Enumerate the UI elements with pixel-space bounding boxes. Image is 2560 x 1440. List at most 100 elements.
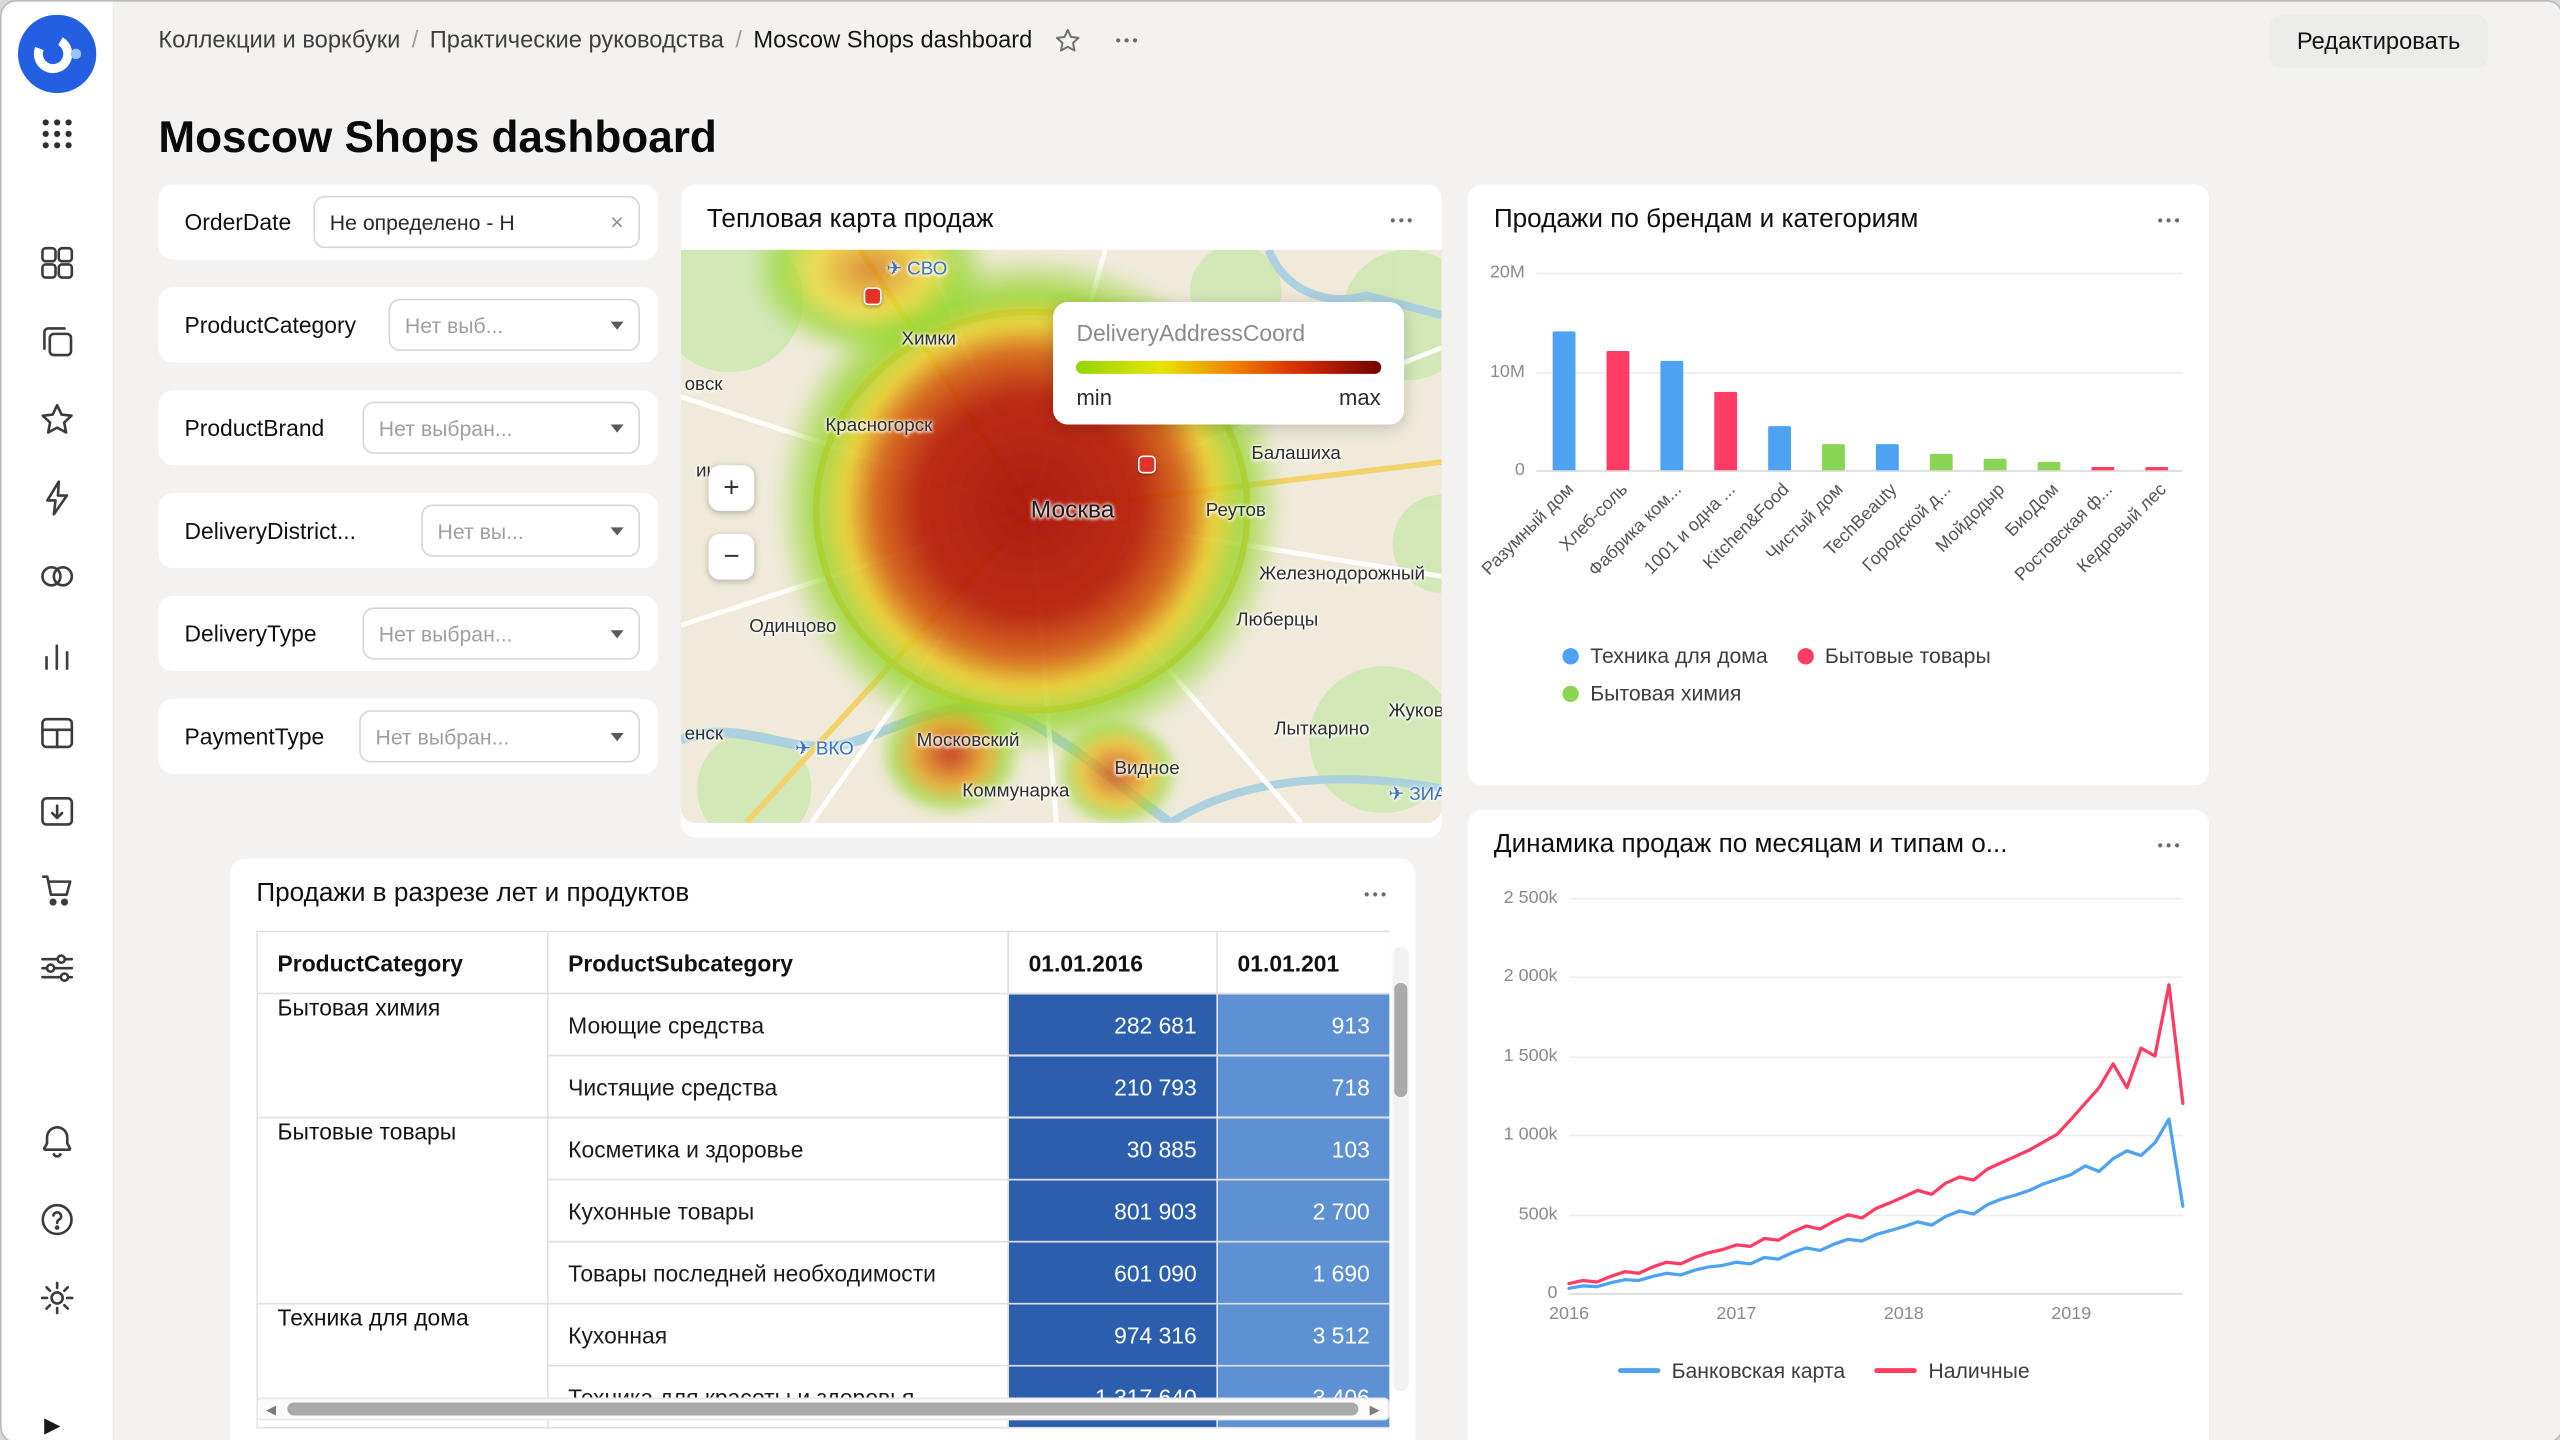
map-label: ✈ ЗИА bbox=[1388, 783, 1441, 806]
heatmap-map[interactable]: ✈ СВОХимкиовскКрасногорскиноМоскваБалаши… bbox=[681, 250, 1442, 823]
y-axis-tick: 1 000k bbox=[1504, 1125, 1558, 1145]
line-chart-title: Динамика продаж по месяцам и типам о... bbox=[1494, 831, 2008, 860]
line-chart-menu-icon[interactable]: ••• bbox=[2158, 838, 2183, 854]
nav-charts[interactable] bbox=[24, 622, 89, 687]
map-label: Жуковс bbox=[1388, 702, 1441, 722]
v-scroll-thumb[interactable] bbox=[1394, 983, 1407, 1097]
x-axis-tick: 2018 bbox=[1884, 1304, 1924, 1324]
nav-connections[interactable] bbox=[24, 465, 89, 530]
scroll-left-icon[interactable]: ◀ bbox=[258, 1402, 284, 1417]
heatmap-menu-icon[interactable]: ••• bbox=[1390, 212, 1415, 228]
legend-field-name: DeliveryAddressCoord bbox=[1076, 319, 1380, 345]
map-label: Московский bbox=[917, 731, 1020, 751]
nav-widgets[interactable] bbox=[24, 230, 89, 295]
value-cell-2017: 718 bbox=[1217, 1056, 1389, 1118]
sidebar: ▶ bbox=[2, 2, 115, 1440]
map-label: Химки bbox=[901, 330, 956, 350]
legend-line-sample bbox=[1618, 1368, 1660, 1373]
table-row: Техника для домаКухонная974 3163 512 bbox=[257, 1304, 1389, 1366]
table-wrap: ProductCategoryProductSubcategory01.01.2… bbox=[256, 931, 1389, 1429]
cart-icon bbox=[38, 870, 77, 909]
bar-БиоДом[interactable] bbox=[2037, 461, 2060, 470]
legend-dot bbox=[1797, 648, 1813, 664]
breadcrumb-guides[interactable]: Практические руководства bbox=[430, 28, 724, 54]
nav-services[interactable] bbox=[24, 936, 89, 1001]
value-cell-2017: 103 bbox=[1217, 1118, 1389, 1180]
filter-label: PaymentType bbox=[184, 723, 324, 749]
legend-gradient-bar bbox=[1076, 360, 1380, 373]
bar-Городской д...[interactable] bbox=[1929, 454, 1952, 470]
map-label: Видное bbox=[1114, 760, 1179, 780]
bar-Kitchen&Food[interactable] bbox=[1767, 426, 1790, 470]
sales-table-card: Продажи в разрезе лет и продуктов ••• Pr… bbox=[230, 859, 1415, 1440]
nav-help[interactable] bbox=[24, 1187, 89, 1252]
filter-select[interactable]: Нет выбран... bbox=[362, 402, 640, 454]
zoom-in-button[interactable]: + bbox=[709, 465, 755, 511]
map-label: Люберцы bbox=[1236, 611, 1318, 631]
category-cell: Бытовые товары bbox=[257, 1118, 548, 1304]
table-vertical-scrollbar[interactable] bbox=[1393, 947, 1409, 1391]
breadcrumb-collections[interactable]: Коллекции и воркбуки bbox=[158, 28, 400, 54]
subcategory-cell: Моющие средства bbox=[548, 993, 1008, 1055]
subcategory-cell: Кухонная bbox=[548, 1304, 1008, 1366]
chevron-down-icon bbox=[611, 732, 624, 740]
breadcrumb-current: Moscow Shops dashboard bbox=[753, 28, 1032, 54]
bar-chart-menu-icon[interactable]: ••• bbox=[2158, 212, 2183, 228]
nav-datasets[interactable] bbox=[24, 544, 89, 609]
filter-select[interactable]: Нет выб... bbox=[389, 299, 640, 351]
value-cell-2016: 30 885 bbox=[1008, 1118, 1217, 1180]
bar-Хлеб-соль[interactable] bbox=[1606, 352, 1629, 471]
expand-sidebar-icon[interactable]: ▶ bbox=[44, 1412, 60, 1438]
bar-TechBeauty[interactable] bbox=[1875, 445, 1898, 471]
breadcrumb-menu-icon[interactable]: ••• bbox=[1116, 33, 1141, 49]
line-plot: 2 500k2 000k1 500k1 000k500k0 bbox=[1569, 898, 2183, 1293]
apps-grid-icon[interactable] bbox=[39, 116, 75, 152]
bar-Чистый дом[interactable] bbox=[1821, 444, 1844, 471]
filter-select[interactable]: Нет выбран... bbox=[362, 607, 640, 659]
bar-1001 и одна ...[interactable] bbox=[1713, 391, 1736, 470]
nav-dashboards[interactable] bbox=[24, 700, 89, 765]
nav-storage[interactable] bbox=[24, 779, 89, 844]
legend-item[interactable]: Бытовые товары bbox=[1797, 638, 1991, 674]
legend-item[interactable]: Техника для дома bbox=[1562, 638, 1767, 674]
nav-marketplace[interactable] bbox=[24, 857, 89, 922]
line-chart-card: Динамика продаж по месяцам и типам о... … bbox=[1468, 810, 2209, 1440]
filter-value-field[interactable]: Не определено - Н× bbox=[313, 196, 640, 248]
bar-Разумный дом[interactable] bbox=[1552, 332, 1575, 470]
table-horizontal-scrollbar[interactable]: ◀ ▶ bbox=[256, 1398, 1389, 1421]
edit-button[interactable]: Редактировать bbox=[2269, 15, 2488, 69]
value-cell-2017: 2 700 bbox=[1217, 1180, 1389, 1242]
bar-Мойдодыр[interactable] bbox=[1983, 459, 2006, 470]
clear-filter-icon[interactable]: × bbox=[610, 209, 623, 235]
filter-select[interactable]: Нет вы... bbox=[421, 504, 640, 556]
nav-settings[interactable] bbox=[24, 1265, 89, 1330]
h-scroll-thumb[interactable] bbox=[287, 1402, 1358, 1415]
zoom-out-button[interactable]: − bbox=[709, 534, 755, 580]
filter-value: Нет выбран... bbox=[376, 724, 510, 748]
filter-select[interactable]: Нет выбран... bbox=[359, 710, 640, 762]
legend-item[interactable]: Бытовая химия bbox=[1562, 676, 1741, 712]
line-series-svg[interactable] bbox=[1569, 898, 2183, 1293]
nav-collections[interactable] bbox=[24, 309, 89, 374]
legend-line-sample bbox=[1875, 1368, 1917, 1373]
nav-favorites[interactable] bbox=[24, 387, 89, 452]
value-cell-2016: 601 090 bbox=[1008, 1242, 1217, 1304]
bar-Фабрика ком...[interactable] bbox=[1660, 362, 1683, 471]
y-axis-tick: 1 500k bbox=[1504, 1046, 1558, 1066]
legend-item[interactable]: Наличные bbox=[1875, 1358, 2030, 1382]
chevron-down-icon bbox=[611, 527, 624, 535]
table-title: Продажи в разрезе лет и продуктов bbox=[256, 880, 689, 909]
table-menu-icon[interactable]: ••• bbox=[1364, 887, 1389, 903]
favorite-star-icon[interactable] bbox=[1054, 26, 1083, 55]
map-label: Красногорск bbox=[825, 416, 932, 436]
chevron-down-icon bbox=[611, 424, 624, 432]
legend-item[interactable]: Банковская карта bbox=[1618, 1358, 1845, 1382]
datalens-logo[interactable] bbox=[18, 15, 96, 93]
breadcrumb: Коллекции и воркбуки / Практические руко… bbox=[158, 26, 1140, 55]
nav-notifications[interactable] bbox=[24, 1109, 89, 1174]
scroll-right-icon[interactable]: ▶ bbox=[1362, 1402, 1388, 1417]
collections-icon bbox=[38, 322, 77, 361]
legend-label: Техника для дома bbox=[1590, 638, 1767, 674]
filter-card: DeliveryTypeНет выбран... bbox=[158, 596, 658, 671]
sliders-icon bbox=[38, 949, 77, 988]
